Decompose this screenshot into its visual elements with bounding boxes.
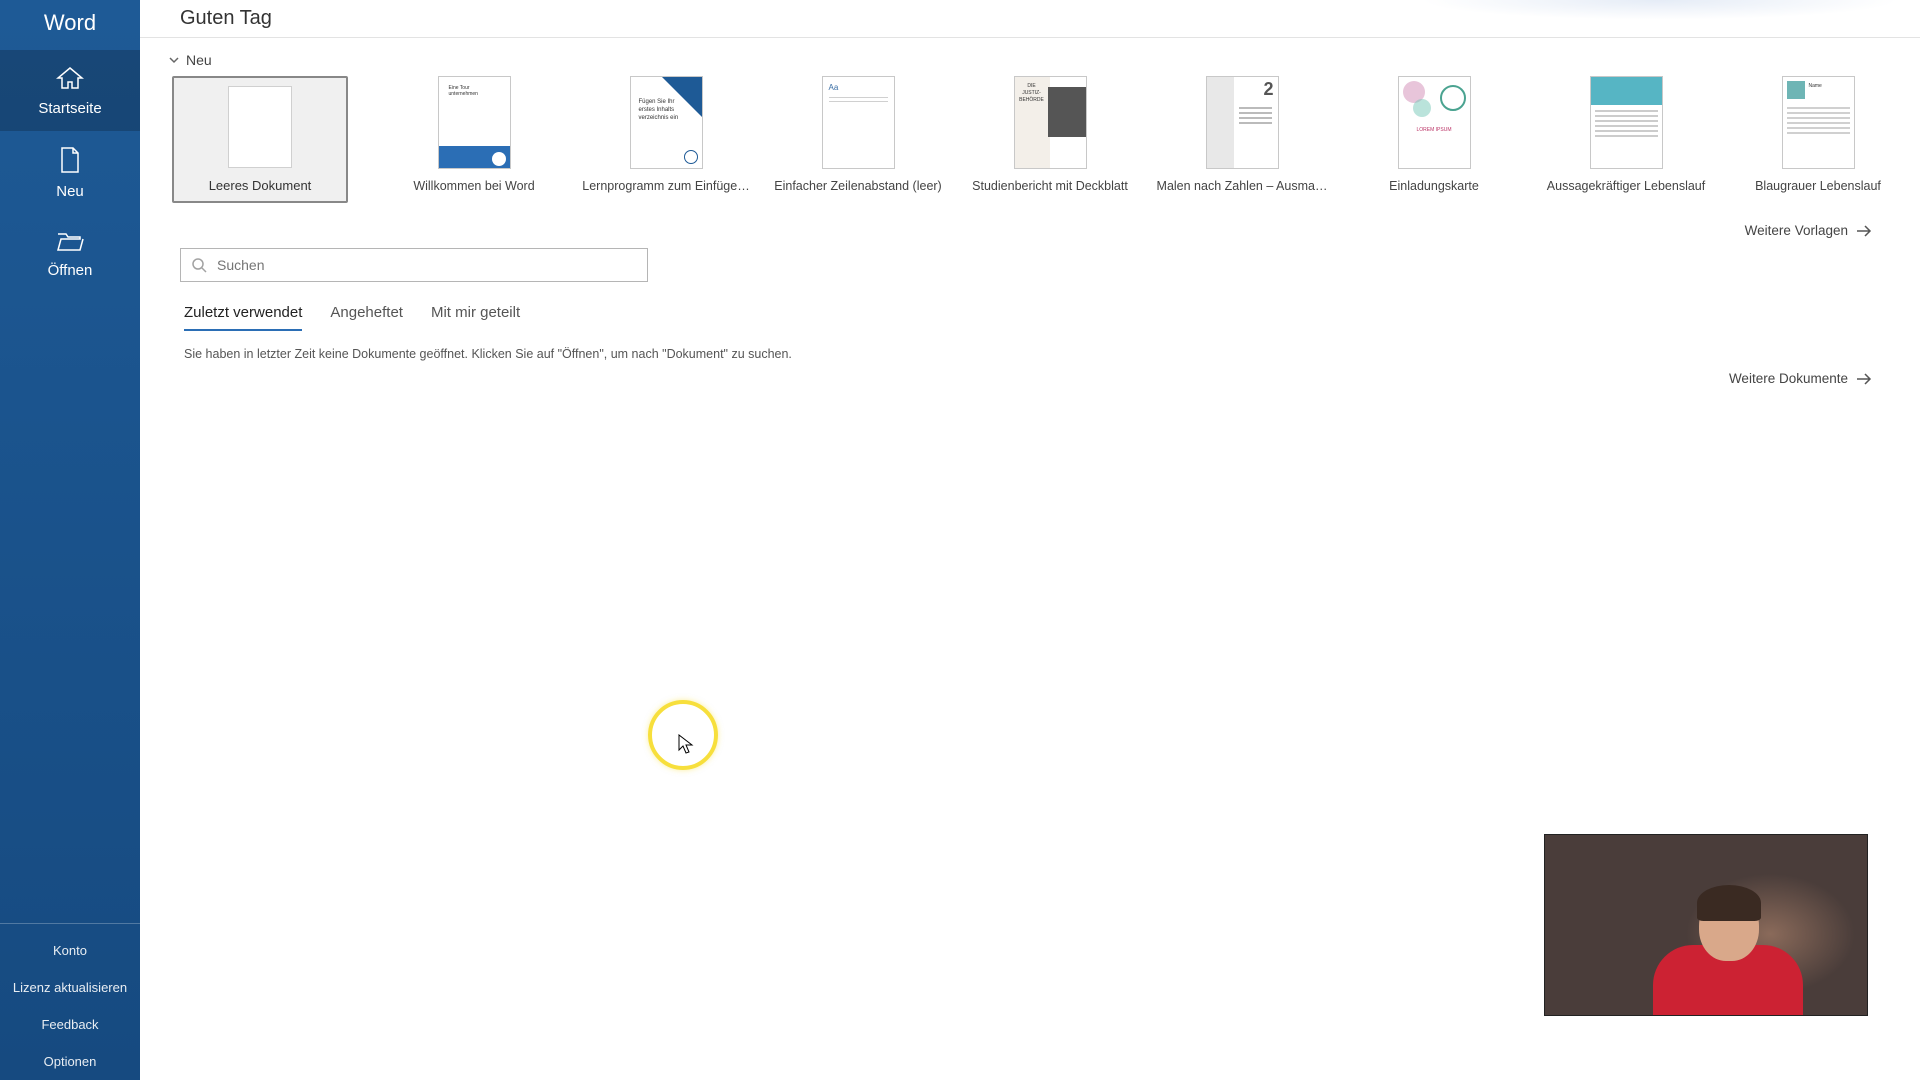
nav-account[interactable]: Konto (0, 932, 140, 969)
nav-open-label: Öffnen (48, 262, 93, 279)
template-thumb: Fügen Sie Ihr erstes Inhalts verzeichnis… (630, 76, 703, 169)
webcam-overlay (1544, 834, 1868, 1016)
template-thumb: Name (1782, 76, 1855, 169)
template-resume-bluegray[interactable]: Name Blaugrauer Lebenslauf (1752, 76, 1884, 193)
template-label: Aussagekräftiger Lebenslauf (1537, 179, 1715, 193)
arrow-right-icon (1856, 225, 1872, 237)
nav-home[interactable]: Startseite (0, 50, 140, 131)
template-thumb: DIE JUSTIZ-BEHÖRDE (1014, 76, 1087, 169)
header: Guten Tag (140, 0, 1920, 38)
home-icon (56, 66, 84, 94)
template-label: Lernprogramm zum Einfüge… (577, 179, 755, 193)
template-tutorial-insert[interactable]: Fügen Sie Ihr erstes Inhalts verzeichnis… (600, 76, 732, 193)
app-title: Word (0, 0, 140, 50)
sidebar: Word Startseite Neu Öffnen Konto Lizenz … (0, 0, 140, 1080)
template-thumb: 2 (1206, 76, 1279, 169)
arrow-right-icon (1856, 373, 1872, 385)
section-new: Neu Leeres Dokument Eine Tour unternehme… (140, 38, 1920, 203)
template-blank-document[interactable]: Leeres Dokument (172, 76, 348, 203)
search-input[interactable] (217, 257, 637, 273)
recent-empty-message: Sie haben in letzter Zeit keine Dokument… (140, 331, 1920, 361)
template-label: Studienbericht mit Deckblatt (961, 179, 1139, 193)
template-thumb: Aa (822, 76, 895, 169)
tab-recent[interactable]: Zuletzt verwendet (184, 304, 302, 331)
template-label: Einfacher Zeilenabstand (leer) (769, 179, 947, 193)
nav-open[interactable]: Öffnen (0, 214, 140, 293)
template-label: Blaugrauer Lebenslauf (1729, 179, 1907, 193)
search-box[interactable] (180, 248, 648, 282)
nav-home-label: Startseite (38, 100, 101, 117)
template-single-spacing[interactable]: Aa Einfacher Zeilenabstand (leer) (792, 76, 924, 193)
template-label: Leeres Dokument (171, 178, 349, 193)
more-documents-link[interactable]: Weitere Dokumente (140, 361, 1920, 386)
template-thumb (1590, 76, 1663, 169)
tab-shared[interactable]: Mit mir geteilt (431, 304, 520, 331)
nav-license[interactable]: Lizenz aktualisieren (0, 969, 140, 1006)
search-row (140, 244, 1920, 282)
template-paint-numbers[interactable]: 2 Malen nach Zahlen – Ausma… (1176, 76, 1308, 193)
nav-new-label: Neu (56, 183, 84, 200)
template-thumb: Eine Tour unternehmen (438, 76, 511, 169)
template-resume-bold[interactable]: Aussagekräftiger Lebenslauf (1560, 76, 1692, 193)
more-templates-link[interactable]: Weitere Vorlagen (140, 203, 1920, 244)
template-label: Malen nach Zahlen – Ausma… (1153, 179, 1331, 193)
search-icon (191, 257, 207, 273)
document-tabs: Zuletzt verwendet Angeheftet Mit mir get… (140, 282, 1920, 331)
template-study-report[interactable]: DIE JUSTIZ-BEHÖRDE Studienbericht mit De… (984, 76, 1116, 193)
template-label: Willkommen bei Word (385, 179, 563, 193)
nav-new[interactable]: Neu (0, 131, 140, 214)
nav-options[interactable]: Optionen (0, 1043, 140, 1080)
template-welcome-word[interactable]: Eine Tour unternehmen Willkommen bei Wor… (408, 76, 540, 193)
chevron-down-icon (168, 54, 180, 66)
section-new-toggle[interactable]: Neu (168, 52, 1880, 68)
tab-pinned[interactable]: Angeheftet (330, 304, 403, 331)
page-title: Guten Tag (180, 7, 272, 30)
template-thumb (228, 86, 292, 168)
folder-open-icon (56, 230, 84, 256)
template-invitation-card[interactable]: LOREM IPSUM Einladungskarte (1368, 76, 1500, 193)
section-new-heading: Neu (186, 52, 212, 68)
template-row: Leeres Dokument Eine Tour unternehmen Wi… (168, 76, 1880, 203)
new-doc-icon (59, 147, 81, 177)
nav-feedback[interactable]: Feedback (0, 1006, 140, 1043)
sidebar-bottom: Konto Lizenz aktualisieren Feedback Opti… (0, 923, 140, 1080)
template-label: Einladungskarte (1345, 179, 1523, 193)
template-thumb: LOREM IPSUM (1398, 76, 1471, 169)
